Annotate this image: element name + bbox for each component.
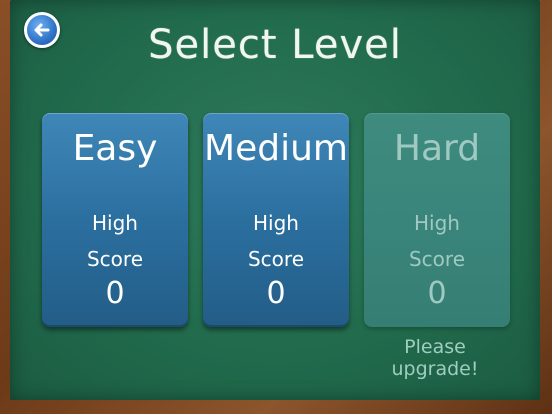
high-score-label: High Score	[247, 211, 304, 271]
high-score-value: 0	[266, 276, 286, 311]
high-score-value: 0	[105, 276, 125, 311]
high-score-label: High Score	[408, 211, 465, 271]
upgrade-message: Please upgrade!	[391, 336, 479, 380]
level-name: Medium	[204, 128, 348, 169]
level-card-medium[interactable]: Medium High Score 0	[203, 113, 349, 327]
level-card-hard: Hard High Score 0	[364, 113, 510, 327]
level-card-easy[interactable]: Easy High Score 0	[42, 113, 188, 327]
high-score-value: 0	[427, 276, 447, 311]
chalkboard: Select Level Easy High Score 0 Medium Hi…	[10, 0, 540, 400]
wood-frame: Select Level Easy High Score 0 Medium Hi…	[0, 0, 552, 414]
level-name: Hard	[393, 128, 481, 169]
high-score-label: High Score	[86, 211, 143, 271]
page-title: Select Level	[148, 22, 402, 68]
level-name: Easy	[72, 128, 158, 169]
